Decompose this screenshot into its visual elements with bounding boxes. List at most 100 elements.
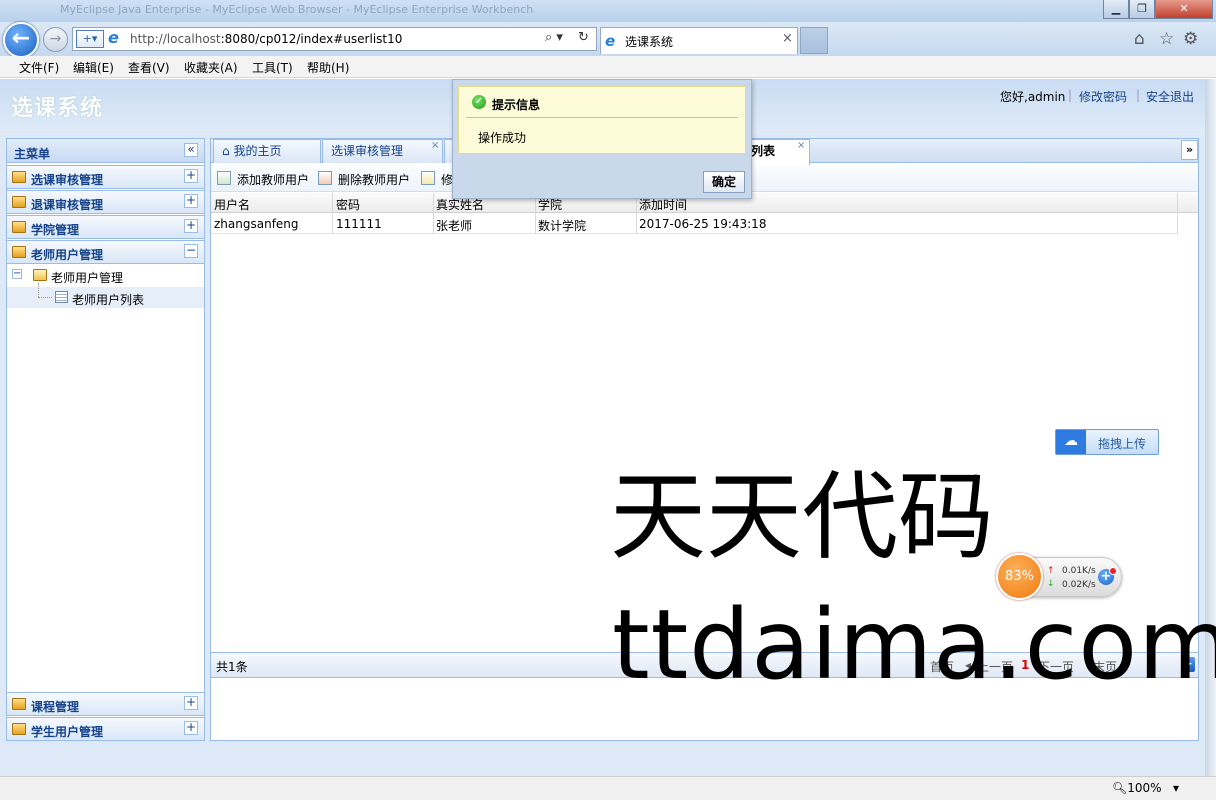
change-password-link[interactable]: 修改密码 bbox=[1079, 88, 1127, 105]
window-title: MyEclipse Java Enterprise - MyEclipse We… bbox=[60, 3, 534, 16]
browser-tab-title: 选课系统 bbox=[625, 35, 674, 49]
browser-tab-close-icon[interactable]: × bbox=[782, 31, 793, 46]
watermark-text: 天天代码 bbox=[610, 461, 994, 573]
dialog-title: 提示信息 bbox=[492, 98, 541, 112]
url-host: http://localhost bbox=[130, 32, 221, 46]
user-greeting: 您好,admin bbox=[1000, 90, 1066, 104]
folder-icon bbox=[12, 698, 26, 710]
settings-gear-icon[interactable]: ⚙ bbox=[1183, 29, 1198, 49]
tree-line bbox=[38, 297, 52, 298]
dialog-ok-button[interactable]: 确定 bbox=[703, 171, 745, 193]
accordion-label: 选课审核管理 bbox=[31, 173, 104, 187]
cloud-icon: ☁ bbox=[1056, 430, 1086, 454]
favorites-star-icon[interactable]: ☆ bbox=[1159, 29, 1174, 49]
header-separator: | bbox=[1068, 88, 1073, 102]
col-username[interactable]: 用户名 bbox=[214, 196, 250, 213]
maximize-button[interactable]: ❐ bbox=[1129, 0, 1155, 19]
zoom-control[interactable]: 🔍︎100% ▾ bbox=[1112, 781, 1179, 795]
folder-icon bbox=[12, 246, 26, 258]
refresh-icon[interactable]: ↻ bbox=[578, 30, 589, 45]
menu-edit[interactable]: 编辑(E) bbox=[73, 59, 114, 76]
tab-course-approval[interactable]: 选课审核管理 bbox=[322, 139, 443, 163]
accordion-label: 课程管理 bbox=[31, 700, 80, 714]
tab-close-icon[interactable]: × bbox=[797, 140, 805, 151]
tab-ie-icon: e bbox=[605, 32, 616, 50]
download-arrow-icon: ↓ bbox=[1047, 579, 1055, 589]
col-password[interactable]: 密码 bbox=[336, 196, 360, 213]
ie-logo-icon: e bbox=[108, 28, 119, 47]
cell-college: 数计学院 bbox=[538, 219, 587, 233]
watermark-url: ttdaima.com bbox=[612, 589, 1216, 701]
expand-icon[interactable]: + bbox=[184, 696, 198, 710]
pager-total: 共1条 bbox=[216, 660, 248, 674]
forward-button[interactable]: → bbox=[43, 27, 68, 52]
expand-icon[interactable]: + bbox=[184, 219, 198, 233]
tree-line bbox=[38, 283, 39, 297]
logout-link[interactable]: 安全退出 bbox=[1146, 88, 1194, 105]
menu-favorites[interactable]: 收藏夹(A) bbox=[184, 59, 238, 76]
compat-view-button[interactable]: +▾ bbox=[76, 30, 104, 48]
status-bar bbox=[0, 776, 1216, 800]
tree-node-teacher-list[interactable]: 老师用户列表 bbox=[72, 291, 144, 308]
back-button[interactable]: ← bbox=[3, 22, 39, 58]
menu-view[interactable]: 查看(V) bbox=[128, 59, 170, 76]
tab-label: 列表 bbox=[751, 144, 776, 158]
folder-open-icon bbox=[33, 269, 47, 281]
forward-arrow-icon: → bbox=[49, 31, 62, 47]
header-separator: | bbox=[1136, 88, 1141, 102]
search-icon[interactable]: ⌕ ▾ bbox=[545, 30, 563, 45]
add-teacher-button[interactable]: 添加教师用户 bbox=[237, 171, 309, 188]
edit-icon bbox=[421, 171, 435, 185]
delete-teacher-button[interactable]: 删除教师用户 bbox=[338, 171, 410, 188]
new-tab-button[interactable] bbox=[800, 27, 828, 54]
collapse-icon[interactable]: − bbox=[184, 244, 198, 258]
expand-icon[interactable]: + bbox=[184, 169, 198, 183]
accordion-label: 老师用户管理 bbox=[31, 248, 104, 262]
accordion-label: 学生用户管理 bbox=[31, 725, 104, 739]
menu-tools[interactable]: 工具(T) bbox=[252, 59, 293, 76]
folder-icon bbox=[12, 221, 26, 233]
home-icon[interactable]: ⌂ bbox=[1134, 29, 1145, 49]
success-check-icon: ✓ bbox=[472, 95, 486, 109]
chevron-down-icon: ▾ bbox=[1165, 781, 1180, 795]
tab-dropdown-icon[interactable]: » bbox=[1181, 140, 1198, 160]
upload-speed: 0.01K/s bbox=[1062, 566, 1096, 576]
close-window-button[interactable]: ✕ bbox=[1155, 0, 1213, 19]
folder-icon bbox=[12, 196, 26, 208]
url-path: :8080/cp012/index#userlist10 bbox=[220, 32, 403, 46]
tree-collapse-icon[interactable]: − bbox=[12, 269, 22, 279]
dialog-message: 操作成功 bbox=[478, 131, 527, 145]
download-speed: 0.02K/s bbox=[1062, 580, 1096, 590]
grid-divider bbox=[1177, 193, 1178, 234]
tree-node-teacher-users[interactable]: 老师用户管理 bbox=[51, 269, 123, 286]
menu-help[interactable]: 帮助(H) bbox=[307, 59, 349, 76]
minimize-button[interactable]: ▁ bbox=[1103, 0, 1129, 19]
cell-password: 111111 bbox=[336, 217, 382, 231]
dialog-divider bbox=[466, 117, 738, 118]
upload-arrow-icon: ↑ bbox=[1047, 566, 1055, 576]
home-icon: ⌂ bbox=[222, 144, 234, 158]
menu-bar bbox=[0, 56, 1216, 78]
folder-icon bbox=[12, 171, 26, 183]
accordion-label: 退课审核管理 bbox=[31, 198, 104, 212]
list-icon bbox=[55, 291, 68, 303]
menu-file[interactable]: 文件(F) bbox=[19, 59, 59, 76]
cell-realname: 张老师 bbox=[436, 219, 473, 233]
tab-home[interactable]: ⌂ 我的主页 bbox=[213, 139, 321, 163]
back-arrow-icon: ← bbox=[11, 26, 31, 51]
delete-user-icon bbox=[318, 171, 332, 185]
zoom-level: 100% bbox=[1127, 781, 1162, 795]
tab-close-icon[interactable]: × bbox=[431, 140, 439, 151]
zoom-icon: 🔍︎ bbox=[1112, 781, 1128, 795]
folder-icon bbox=[12, 723, 26, 735]
url-text[interactable]: http://localhost:8080/cp012/index#userli… bbox=[130, 32, 402, 46]
app-title: 选课系统 bbox=[11, 96, 104, 121]
expand-icon[interactable]: + bbox=[184, 194, 198, 208]
accordion-label: 学院管理 bbox=[31, 223, 80, 237]
memory-usage-ball[interactable]: 83% bbox=[996, 553, 1043, 600]
add-user-icon bbox=[217, 171, 231, 185]
collapse-panel-icon[interactable]: « bbox=[184, 143, 198, 157]
tab-label: 我的主页 bbox=[233, 144, 282, 158]
expand-icon[interactable]: + bbox=[184, 721, 198, 735]
cell-added-time: 2017-06-25 19:43:18 bbox=[639, 217, 767, 231]
